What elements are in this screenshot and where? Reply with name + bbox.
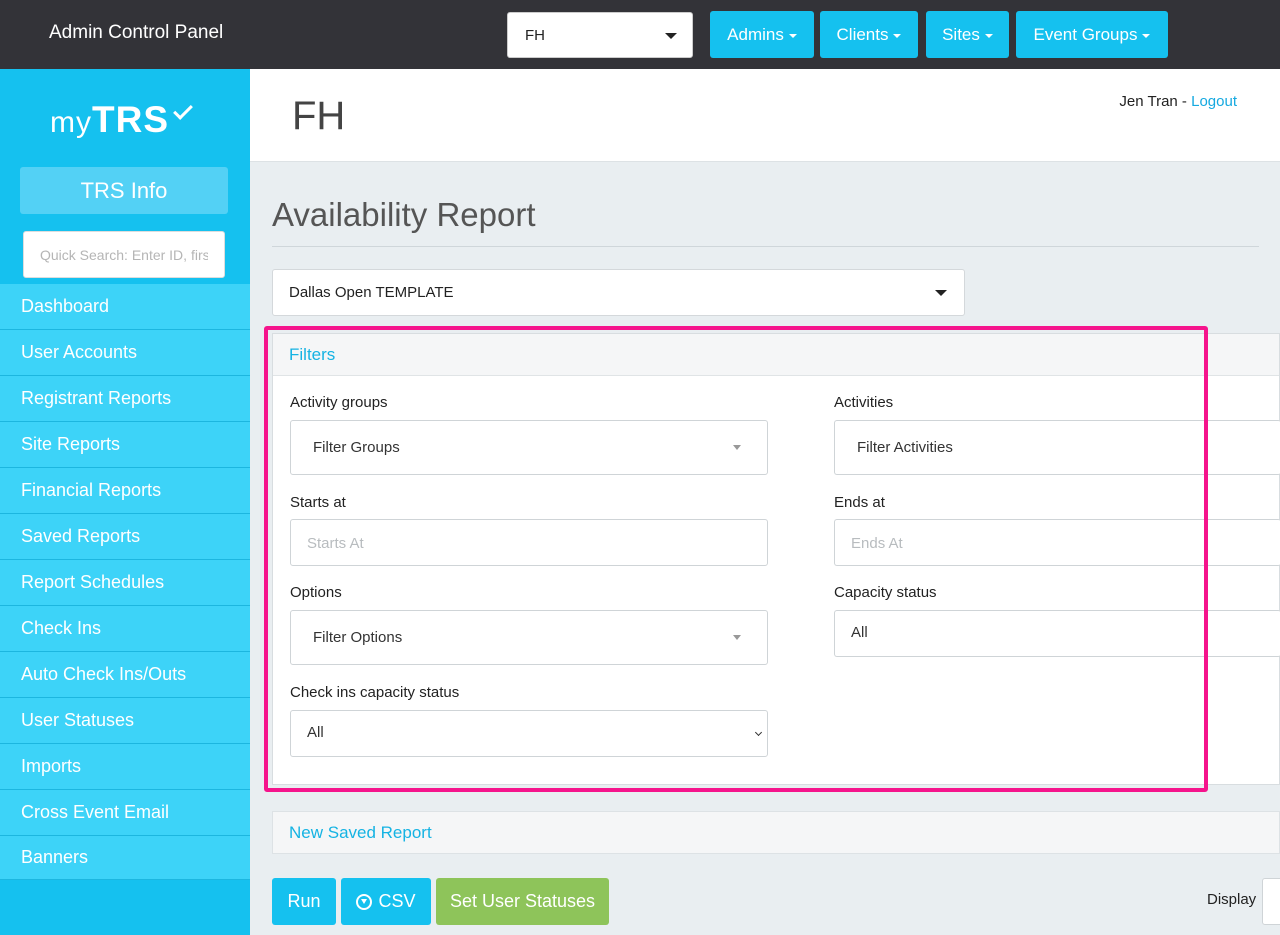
run-button[interactable]: Run — [272, 878, 336, 925]
filters-heading[interactable]: Filters — [289, 345, 335, 365]
display-label: Display — [1207, 891, 1257, 908]
sidebar-item-imports[interactable]: Imports — [0, 744, 250, 790]
starts-at-input[interactable]: Starts At — [290, 519, 768, 566]
activity-groups-label: Activity groups — [290, 394, 388, 411]
logout-link[interactable]: Logout — [1191, 93, 1237, 110]
set-user-statuses-label: Set User Statuses — [449, 891, 596, 911]
chevron-down-icon — [733, 635, 741, 640]
sidebar-nav: Dashboard User Accounts Registrant Repor… — [0, 284, 250, 880]
filters-panel: Filters Activity groups Filter Groups Ac… — [272, 333, 1280, 785]
page-header: FH Jen Tran - Logout — [250, 69, 1280, 162]
capacity-status-value: All — [851, 624, 868, 641]
sidebar-item-site-reports[interactable]: Site Reports — [0, 422, 250, 468]
client-select[interactable]: FH — [507, 12, 693, 58]
activities-value: Filter Activities — [857, 439, 953, 456]
checkins-capacity-select[interactable]: All — [290, 710, 768, 757]
sidebar-item-dashboard[interactable]: Dashboard — [0, 284, 250, 330]
user-name: Jen Tran — [1119, 93, 1178, 110]
app-title: Admin Control Panel — [49, 22, 224, 43]
mytrs-logo[interactable]: my TRS — [50, 99, 193, 141]
download-icon — [356, 893, 373, 910]
ends-at-label: Ends at — [834, 494, 885, 511]
admins-menu-label: Admins — [727, 24, 784, 44]
sidebar-item-registrant-reports[interactable]: Registrant Reports — [0, 376, 250, 422]
options-select[interactable]: Filter Options — [290, 610, 768, 665]
sidebar-item-user-statuses[interactable]: User Statuses — [0, 698, 250, 744]
admins-menu-button[interactable]: Admins — [710, 11, 814, 58]
activities-label: Activities — [834, 394, 894, 411]
activity-groups-value: Filter Groups — [313, 439, 400, 456]
checkins-capacity-label: Check ins capacity status — [290, 684, 460, 701]
run-label: Run — [287, 891, 321, 911]
new-saved-report-heading[interactable]: New Saved Report — [289, 823, 432, 843]
caret-down-icon — [788, 33, 797, 38]
set-user-statuses-button[interactable]: Set User Statuses — [436, 878, 609, 925]
activities-select[interactable]: Filter Activities — [834, 420, 1280, 475]
page-title: FH — [292, 94, 346, 138]
sidebar-item-auto-check-ins[interactable]: Auto Check Ins/Outs — [0, 652, 250, 698]
filters-header[interactable]: Filters — [273, 334, 1279, 376]
chevron-down-icon — [665, 33, 677, 39]
csv-label: CSV — [378, 891, 416, 911]
starts-at-placeholder: Starts At — [307, 535, 364, 552]
checkins-capacity-value: All — [307, 724, 324, 741]
report-title: Availability Report — [272, 196, 536, 233]
sidebar-item-banners[interactable]: Banners — [0, 836, 250, 880]
capacity-status-label: Capacity status — [834, 584, 937, 601]
chevron-down-icon — [935, 290, 947, 296]
sidebar-item-user-accounts[interactable]: User Accounts — [0, 330, 250, 376]
activity-groups-select[interactable]: Filter Groups — [290, 420, 768, 475]
caret-down-icon — [893, 33, 902, 38]
clients-menu-button[interactable]: Clients — [820, 11, 918, 58]
client-select-value: FH — [525, 27, 545, 44]
csv-button[interactable]: CSV — [341, 878, 431, 925]
caret-down-icon — [984, 33, 993, 38]
event-select[interactable]: Dallas Open TEMPLATE — [272, 269, 965, 316]
quick-search-input[interactable] — [23, 231, 225, 278]
display-select[interactable] — [1262, 878, 1280, 925]
sites-menu-label: Sites — [942, 24, 980, 44]
caret-down-icon — [1142, 33, 1151, 38]
divider — [272, 246, 1259, 247]
capacity-status-select[interactable]: All — [834, 610, 1280, 657]
options-value: Filter Options — [313, 629, 403, 646]
logo-prefix: my — [50, 106, 92, 139]
starts-at-label: Starts at — [290, 494, 346, 511]
sidebar-item-check-ins[interactable]: Check Ins — [0, 606, 250, 652]
ends-at-input[interactable]: Ends At — [834, 519, 1280, 566]
event-groups-menu-label: Event Groups — [1033, 24, 1138, 44]
sidebar-item-saved-reports[interactable]: Saved Reports — [0, 514, 250, 560]
checkmark-icon — [173, 100, 193, 120]
user-separator: - — [1177, 93, 1192, 110]
user-info: Jen Tran - Logout — [1119, 93, 1237, 110]
sidebar: myTRS TRS Info Dashboard User Accounts R… — [0, 69, 250, 935]
sidebar-item-cross-event-email[interactable]: Cross Event Email — [0, 790, 250, 836]
event-groups-menu-button[interactable]: Event Groups — [1016, 11, 1168, 58]
top-navbar: Admin Control Panel FH Admins Clients Si… — [0, 0, 1280, 69]
logo-main: TRS — [92, 99, 169, 140]
ends-at-placeholder: Ends At — [851, 535, 903, 552]
sites-menu-button[interactable]: Sites — [926, 11, 1009, 58]
sidebar-item-financial-reports[interactable]: Financial Reports — [0, 468, 250, 514]
new-saved-report-panel[interactable]: New Saved Report — [272, 811, 1280, 854]
clients-menu-label: Clients — [836, 24, 889, 44]
event-select-value: Dallas Open TEMPLATE — [289, 284, 454, 301]
trs-info-button[interactable]: TRS Info — [20, 167, 228, 214]
options-label: Options — [290, 584, 342, 601]
chevron-down-icon — [754, 728, 763, 737]
chevron-down-icon — [733, 445, 741, 450]
sidebar-item-report-schedules[interactable]: Report Schedules — [0, 560, 250, 606]
